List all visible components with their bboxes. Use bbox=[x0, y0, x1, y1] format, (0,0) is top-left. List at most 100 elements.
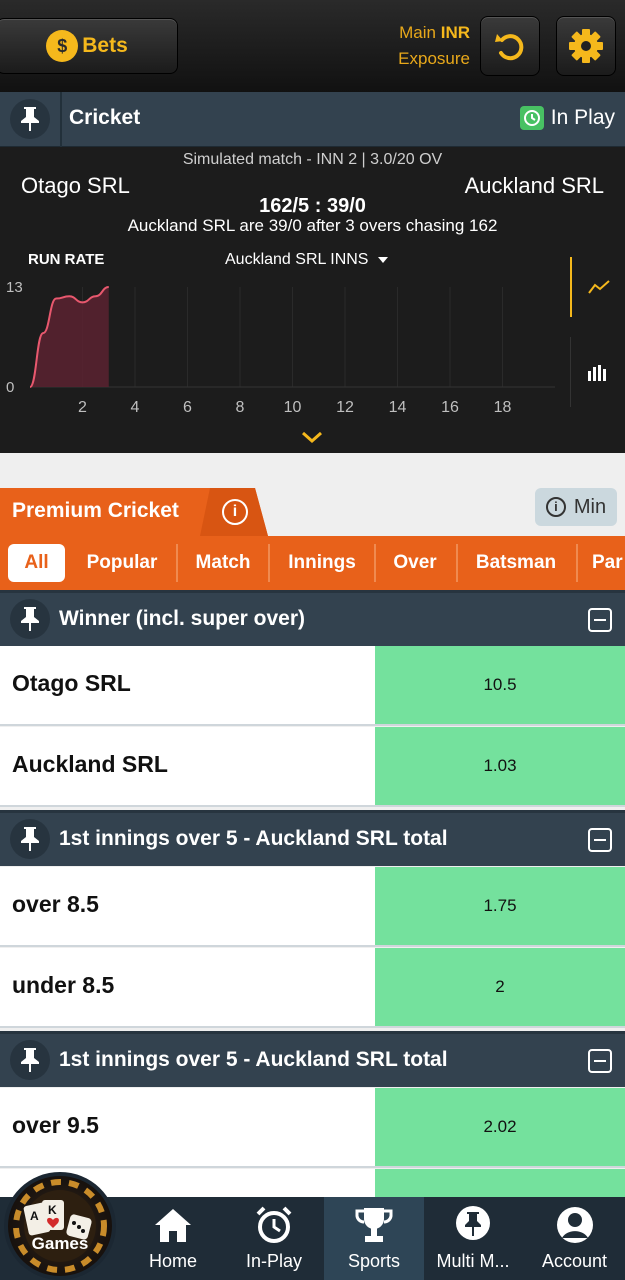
pin-icon bbox=[21, 107, 39, 131]
x-tick-label: 10 bbox=[284, 399, 302, 416]
x-tick-label: 16 bbox=[441, 399, 459, 416]
odds-button[interactable]: 2.02 bbox=[375, 1088, 625, 1166]
settings-button[interactable] bbox=[556, 16, 616, 76]
odds-button[interactable]: 1.75 bbox=[375, 867, 625, 945]
scoreboard: Simulated match - INN 2 | 3.0/20 OV Otag… bbox=[0, 147, 625, 453]
event-header: Cricket In Play bbox=[0, 92, 625, 147]
x-tick-label: 4 bbox=[131, 399, 140, 416]
odds-button[interactable]: 1.03 bbox=[375, 727, 625, 805]
filter-tab-innings[interactable]: Innings bbox=[272, 536, 372, 590]
selection-label: over 9.5 bbox=[12, 1112, 99, 1138]
pin-icon bbox=[21, 827, 39, 851]
filter-separator bbox=[456, 544, 458, 582]
selection-row: over 9.5 2.02 bbox=[0, 1088, 625, 1168]
filter-tab-all[interactable]: All bbox=[8, 544, 65, 582]
filter-tab-partnership[interactable]: Par bbox=[592, 536, 625, 590]
nav-in-play[interactable]: In-Play bbox=[224, 1197, 324, 1280]
x-tick-label: 14 bbox=[389, 399, 407, 416]
nav-home[interactable]: Home bbox=[124, 1197, 222, 1280]
expand-chevron-icon[interactable] bbox=[300, 429, 324, 445]
bets-label: Bets bbox=[82, 34, 128, 57]
pin-button[interactable] bbox=[10, 1040, 50, 1080]
nav-sports-label: Sports bbox=[347, 1251, 401, 1271]
x-tick-label: 6 bbox=[183, 399, 192, 416]
filter-tabs: All Popular Match Innings Over Batsman P… bbox=[0, 536, 625, 590]
chart-title: RUN RATE bbox=[28, 251, 105, 268]
filter-tab-batsman[interactable]: Batsman bbox=[460, 536, 572, 590]
min-button[interactable]: i Min bbox=[535, 488, 617, 526]
games-label: Games bbox=[31, 1234, 89, 1253]
innings-dropdown[interactable]: Auckland SRL INNS bbox=[225, 251, 389, 269]
market-title: 1st innings over 5 - Auckland SRL total bbox=[59, 1048, 448, 1071]
nav-multi-markets[interactable]: Multi M... bbox=[424, 1197, 522, 1280]
top-bar: Bets Main INR Exposure bbox=[0, 0, 625, 92]
pin-button[interactable] bbox=[10, 99, 50, 139]
nav-sports[interactable]: Sports bbox=[324, 1197, 424, 1280]
info-icon[interactable]: i bbox=[222, 499, 248, 525]
innings-dropdown-label: Auckland SRL INNS bbox=[225, 251, 369, 268]
wallet-info[interactable]: Main INR Exposure bbox=[398, 20, 470, 72]
app-root: { "header": { "bets_label": "Bets", "wal… bbox=[0, 0, 625, 1280]
selection-label: under 8.5 bbox=[12, 972, 115, 998]
pin-button[interactable] bbox=[10, 599, 50, 639]
pin-button[interactable] bbox=[10, 819, 50, 859]
selection-label: Otago SRL bbox=[12, 670, 131, 696]
run-rate-chart: 0 13 2 4 6 8 10 12 14 16 18 bbox=[6, 279, 555, 416]
in-play-indicator: In Play bbox=[519, 106, 615, 130]
premium-title: Premium Cricket bbox=[12, 499, 179, 522]
market-title: Winner (incl. super over) bbox=[59, 607, 306, 630]
caret-down-icon bbox=[378, 257, 389, 263]
odds-button[interactable]: 10.5 bbox=[375, 646, 625, 724]
bar-chart-icon bbox=[588, 365, 606, 381]
filter-tab-match[interactable]: Match bbox=[180, 536, 266, 590]
match-status: Auckland SRL are 39/0 after 3 overs chas… bbox=[127, 216, 498, 235]
refresh-button[interactable] bbox=[480, 16, 540, 76]
collapse-icon[interactable] bbox=[588, 608, 612, 632]
match-info: Simulated match - INN 2 | 3.0/20 OV bbox=[182, 151, 443, 168]
x-tick-label: 2 bbox=[78, 399, 87, 416]
nav-multi-markets-label: Multi M... bbox=[436, 1251, 510, 1271]
selection-row: Auckland SRL 1.03 bbox=[0, 727, 625, 807]
pin-icon bbox=[21, 607, 39, 631]
svg-text:A: A bbox=[30, 1209, 39, 1223]
wallet-main-label: Main bbox=[399, 23, 436, 42]
y-tick-label: 13 bbox=[6, 279, 23, 296]
x-tick-label: 8 bbox=[236, 399, 245, 416]
run-rate-area bbox=[30, 287, 109, 387]
selection-label: over 8.5 bbox=[12, 891, 99, 917]
selection-row: under 8.5 2 bbox=[0, 948, 625, 1028]
odds-button[interactable]: 2 bbox=[375, 948, 625, 1026]
collapse-icon[interactable] bbox=[588, 828, 612, 852]
header-divider bbox=[60, 92, 62, 147]
wallet-currency: INR bbox=[440, 23, 470, 42]
market-header: 1st innings over 5 - Auckland SRL total bbox=[0, 810, 625, 866]
market-title: 1st innings over 5 - Auckland SRL total bbox=[59, 827, 448, 850]
home-icon bbox=[153, 1205, 193, 1245]
bar-chart-toggle[interactable] bbox=[570, 337, 625, 407]
x-tick-label: 12 bbox=[336, 399, 354, 416]
user-icon bbox=[555, 1205, 595, 1245]
nav-account-label: Account bbox=[541, 1251, 608, 1271]
filter-separator bbox=[374, 544, 376, 582]
collapse-icon[interactable] bbox=[588, 1049, 612, 1073]
games-icon: A K bbox=[13, 1179, 107, 1273]
selection-label: Auckland SRL bbox=[12, 751, 168, 777]
bets-button[interactable]: Bets bbox=[0, 18, 178, 74]
alarm-clock-icon bbox=[254, 1205, 294, 1245]
sport-title: Cricket bbox=[69, 106, 141, 129]
x-tick-label: 18 bbox=[494, 399, 512, 416]
nav-home-label: Home bbox=[148, 1251, 197, 1271]
market-header: Winner (incl. super over) bbox=[0, 590, 625, 646]
filter-tab-over[interactable]: Over bbox=[378, 536, 452, 590]
line-chart-toggle[interactable] bbox=[570, 257, 625, 317]
filter-tab-popular[interactable]: Popular bbox=[72, 536, 172, 590]
refresh-icon bbox=[495, 34, 524, 61]
nav-account[interactable]: Account bbox=[524, 1197, 625, 1280]
filter-separator bbox=[576, 544, 578, 582]
score: 162/5 : 39/0 bbox=[259, 195, 366, 217]
games-button[interactable]: A K Games bbox=[4, 1172, 116, 1280]
gear-icon bbox=[569, 29, 603, 63]
svg-text:K: K bbox=[48, 1203, 57, 1217]
selection-row: Otago SRL 10.5 bbox=[0, 646, 625, 726]
line-chart-icon bbox=[587, 280, 610, 294]
